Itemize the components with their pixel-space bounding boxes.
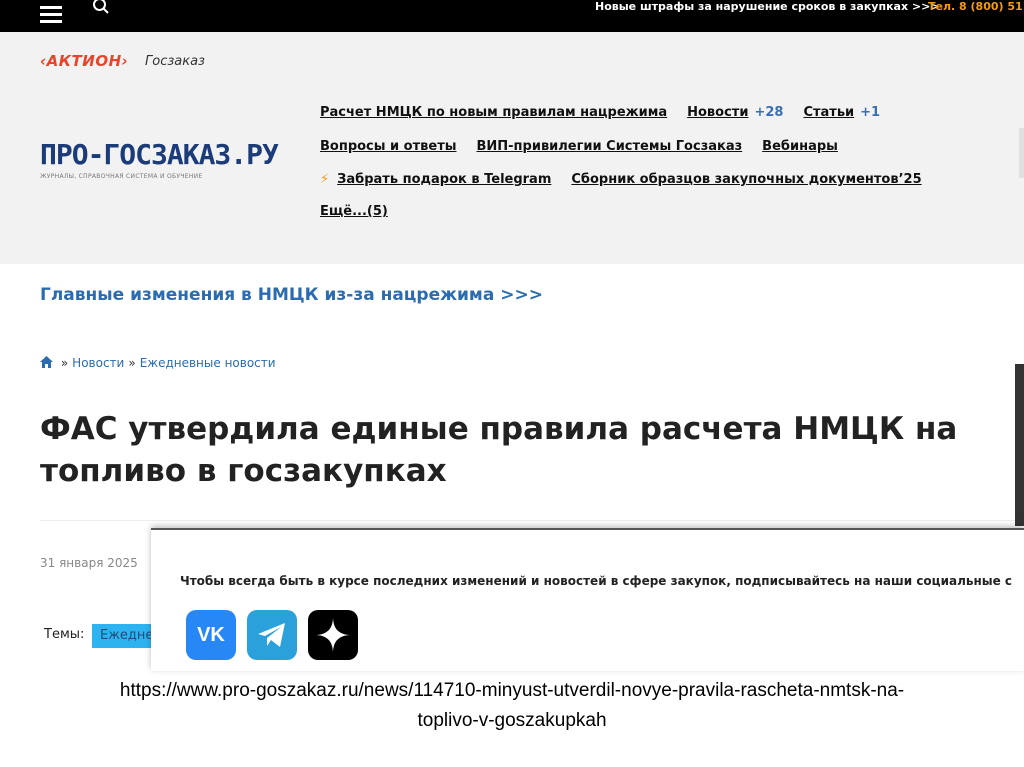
lightning-icon: ⚡	[320, 172, 330, 187]
vk-button[interactable]: VK	[186, 610, 236, 660]
caption-line-2[interactable]: toplivo-v-goszakupkah	[0, 706, 1024, 736]
site-logo-tagline: ЖУРНАЛЫ, СПРАВОЧНАЯ СИСТЕМА И ОБУЧЕНИЕ	[40, 173, 203, 180]
zen-icon	[316, 618, 350, 652]
article-date: 31 января 2025	[40, 556, 138, 570]
breadcrumb-daily-news[interactable]: Ежедневные новости	[140, 356, 276, 370]
slide-caption: https://www.pro-goszakaz.ru/news/114710-…	[0, 676, 1024, 736]
nav-calc-link[interactable]: Расчет НМЦК по новым правилам нацрежима	[320, 105, 667, 120]
topics-label: Темы:	[44, 627, 85, 642]
caption-line-1[interactable]: https://www.pro-goszakaz.ru/news/114710-…	[0, 676, 1024, 706]
divider	[40, 520, 1020, 521]
aktion-logo[interactable]: ‹АКТИОН›	[40, 52, 128, 70]
search-icon[interactable]	[92, 0, 110, 15]
home-icon[interactable]	[40, 356, 53, 368]
telegram-button[interactable]	[247, 610, 297, 660]
subscribe-popup: Чтобы всегда быть в курсе последних изме…	[151, 528, 1024, 671]
nav-row-3: ⚡ Забрать подарок в Telegram Сборник образ…	[320, 172, 942, 187]
site-logo[interactable]: ПРО-ГОСЗАКАЗ.РУ	[40, 138, 279, 171]
breadcrumb: » Новости» Ежедневные новости	[40, 356, 276, 370]
articles-count-badge: +1	[860, 105, 881, 120]
nav-webinars-link[interactable]: Вебинары	[762, 139, 838, 154]
header-edge-shadow	[1019, 128, 1024, 178]
menu-icon[interactable]	[40, 6, 62, 23]
aktion-subtitle: Госзаказ	[145, 54, 205, 69]
right-edge-strip	[1015, 364, 1024, 526]
zen-button[interactable]	[308, 610, 358, 660]
nav-row-2: Вопросы и ответы ВИП-привилегии Системы Г…	[320, 139, 858, 154]
breadcrumb-separator: »	[60, 356, 69, 370]
subscribe-text: Чтобы всегда быть в курсе последних изме…	[180, 574, 1013, 588]
nav-docs-link[interactable]: Сборник образцов закупочных документов’2…	[571, 172, 921, 187]
promo-link[interactable]: Новые штрафы за нарушение сроков в закуп…	[595, 0, 940, 14]
nav-row-4: Ещё...(5)	[320, 204, 408, 219]
nav-telegram-gift-link[interactable]: Забрать подарок в Telegram	[337, 172, 551, 187]
nav-news-link[interactable]: Новости	[687, 105, 748, 120]
nav-articles-link[interactable]: Статьи	[803, 105, 854, 120]
nav-vip-link[interactable]: ВИП-привилегии Системы Госзаказ	[476, 139, 742, 154]
vk-icon: VK	[197, 623, 225, 646]
nav-more-link[interactable]: Ещё...(5)	[320, 204, 388, 219]
article-title: ФАС утвердила единые правила расчета НМЦ…	[40, 411, 958, 489]
site-header: ‹АКТИОН› Госзаказ ПРО-ГОСЗАКАЗ.РУ ЖУРНАЛ…	[0, 32, 1024, 264]
phone-number[interactable]: Тел. 8 (800) 511	[928, 0, 1024, 14]
nmck-changes-banner[interactable]: Главные изменения в НМЦК из-за нацрежима…	[40, 285, 543, 305]
nav-row-1: Расчет НМЦК по новым правилам нацрежима Н…	[320, 105, 900, 120]
telegram-icon	[258, 623, 285, 647]
breadcrumb-separator: »	[128, 356, 136, 370]
top-bar: Новые штрафы за нарушение сроков в закуп…	[0, 0, 1024, 32]
news-count-badge: +28	[754, 105, 784, 120]
nav-qa-link[interactable]: Вопросы и ответы	[320, 139, 456, 154]
breadcrumb-news[interactable]: Новости	[72, 356, 124, 370]
